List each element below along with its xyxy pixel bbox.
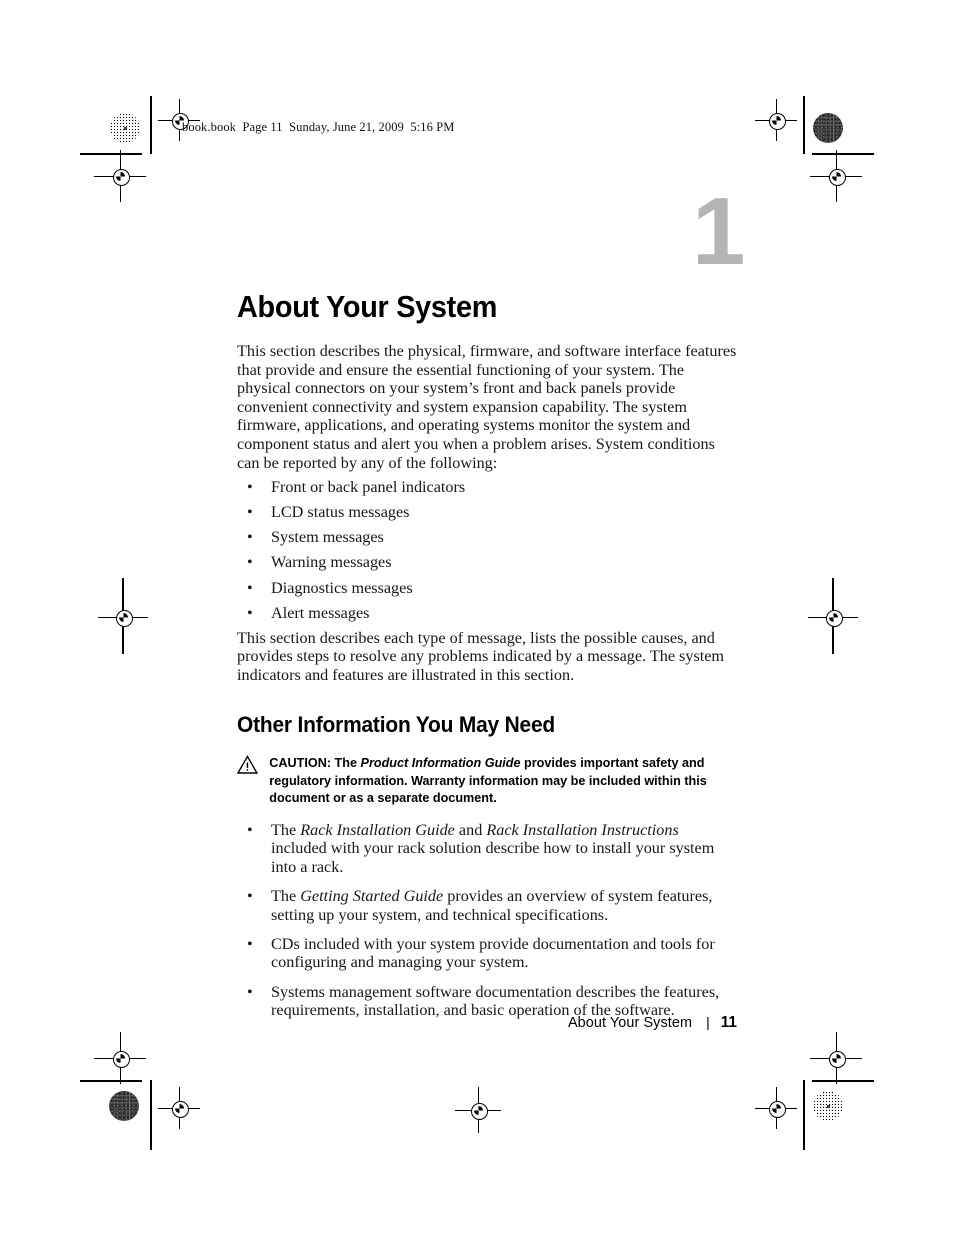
intro-paragraph: This section describes the physical, fir… <box>237 342 737 472</box>
trim-line-bottom-right-horizontal <box>812 1080 874 1082</box>
trim-line-bottom-left-vertical <box>150 1080 152 1150</box>
trim-line-top-right-horizontal <box>812 153 874 155</box>
list-item: • Warning messages <box>237 553 737 572</box>
halftone-density-dot-top-right <box>813 113 843 143</box>
list-item: • Alert messages <box>237 604 737 623</box>
footer-page-number: 11 <box>720 1014 737 1031</box>
page-footer: About Your System | 11 <box>237 1014 737 1032</box>
trim-line-top-left-vertical <box>150 96 152 154</box>
halftone-density-dot-bottom-right <box>813 1091 843 1121</box>
footer-section-title: About Your System <box>567 1015 693 1031</box>
caution-guide-title: Product Information Guide <box>360 755 521 771</box>
list-item-text-pre: CDs included with your system provide do… <box>271 935 715 972</box>
list-item-text-pre: The <box>271 887 301 906</box>
registration-mark-bottom-center <box>455 1087 501 1133</box>
list-item: • The Rack Installation Guide and Rack In… <box>237 821 737 876</box>
registration-mark-top-right-inner <box>755 99 797 141</box>
trim-line-top-left-horizontal <box>80 153 142 155</box>
bullet-icon: • <box>247 603 253 622</box>
list-item-text-post: included with your rack solution describ… <box>271 839 715 876</box>
list-item-text-pre: The <box>271 820 301 839</box>
halftone-density-dot-top-left <box>110 113 140 143</box>
chapter-number: 1 <box>692 178 745 285</box>
caution-text-before: The <box>331 755 361 771</box>
list-item-label: Alert messages <box>271 603 370 622</box>
bullet-icon: • <box>247 553 253 572</box>
registration-mark-bottom-right <box>810 1032 862 1084</box>
system-conditions-list: • Front or back panel indicators • LCD s… <box>237 478 737 622</box>
list-item-text-mid: and <box>454 820 487 839</box>
list-item-label: Front or back panel indicators <box>271 478 466 497</box>
caution-label: CAUTION: <box>269 755 332 771</box>
list-item: • The Getting Started Guide provides an o… <box>237 887 737 924</box>
list-item: • Diagnostics messages <box>237 579 737 598</box>
list-item: • System messages <box>237 528 737 547</box>
document-page: book.book Page 11 Sunday, June 21, 2009 … <box>0 0 954 1235</box>
section-heading-other-information: Other Information You May Need <box>237 711 556 737</box>
running-header-text: book.book Page 11 Sunday, June 21, 2009 … <box>182 120 455 134</box>
trim-line-mid-right-vertical <box>832 578 834 654</box>
list-item-label: Diagnostics messages <box>271 578 413 597</box>
registration-mark-top-right <box>810 150 862 202</box>
list-item-label: Warning messages <box>271 553 392 572</box>
guide-title-rack-installation-guide: Rack Installation Guide <box>300 820 455 839</box>
footer-separator: | <box>706 1014 710 1030</box>
trim-line-mid-left-vertical <box>122 578 124 654</box>
bullet-icon: • <box>247 820 253 839</box>
body-flow: This section describes the physical, fir… <box>236 342 737 1031</box>
resource-list: • The Rack Installation Guide and Rack In… <box>237 821 737 1020</box>
registration-mark-bottom-left-inner <box>158 1087 200 1129</box>
registration-mark-top-left <box>94 150 146 202</box>
registration-mark-bottom-right-inner <box>755 1087 797 1129</box>
bullet-icon: • <box>247 478 253 497</box>
guide-title-getting-started-guide: Getting Started Guide <box>300 887 444 906</box>
trim-line-top-right-vertical <box>803 96 805 154</box>
trim-line-bottom-left-horizontal <box>80 1080 142 1082</box>
bullet-icon: • <box>247 578 253 597</box>
warning-triangle-icon <box>236 755 259 775</box>
bullet-icon: • <box>247 982 253 1001</box>
bullet-icon: • <box>247 887 253 906</box>
list-item: • CDs included with your system provide d… <box>237 935 737 972</box>
page-title: About Your System <box>237 289 498 324</box>
bullet-icon: • <box>247 528 253 547</box>
bullet-icon: • <box>247 503 253 522</box>
bullet-icon: • <box>247 935 253 954</box>
list-item-label: LCD status messages <box>271 503 410 522</box>
list-item: • LCD status messages <box>237 503 737 522</box>
caution-admonition: CAUTION: The Product Information Guide p… <box>236 754 712 806</box>
guide-title-rack-installation-instructions: Rack Installation Instructions <box>486 820 679 839</box>
trim-line-bottom-right-vertical <box>803 1080 805 1150</box>
list-item-label: System messages <box>271 528 384 547</box>
registration-mark-bottom-left <box>94 1032 146 1084</box>
list-item: • Front or back panel indicators <box>237 478 737 497</box>
closing-paragraph: This section describes each type of mess… <box>237 628 725 684</box>
halftone-density-dot-bottom-left <box>109 1091 139 1121</box>
